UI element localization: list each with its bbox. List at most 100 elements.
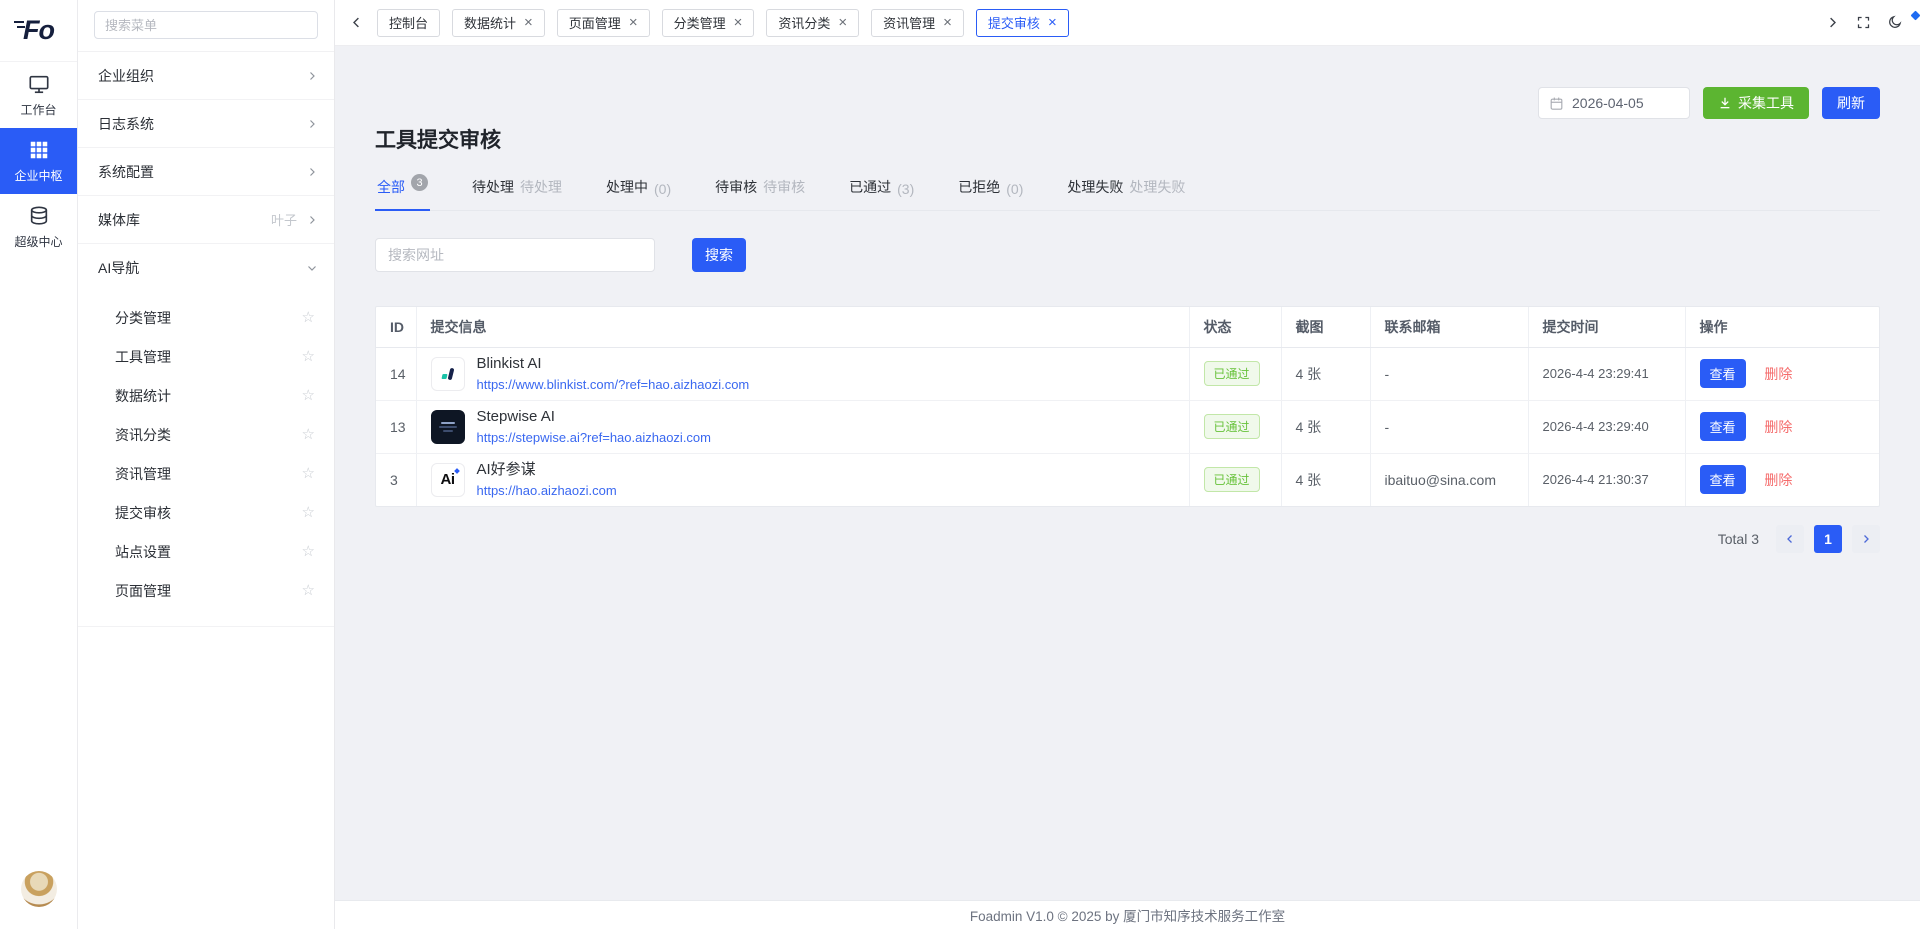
sidebar-item-news-category[interactable]: 资讯分类 ☆ [78,415,334,454]
filter-tab-processing[interactable]: 处理中 (0) [604,167,673,210]
col-header-actions: 操作 [1685,307,1879,347]
delete-button[interactable]: 删除 [1764,366,1792,382]
tab-news-category[interactable]: 资讯分类× [766,9,859,37]
delete-button[interactable]: 删除 [1764,419,1792,435]
star-icon[interactable]: ☆ [302,427,315,442]
sidebar-group-ai-nav[interactable]: AI导航 [78,244,334,292]
tab-label: 分类管理 [674,13,726,32]
icon-rail: Fo 工作台 企业中枢 超级中心 [0,0,78,929]
tab-scroll-left-icon[interactable] [349,15,364,30]
sidebar-group-logs[interactable]: 日志系统 [78,100,334,148]
cell-id: 14 [376,347,416,400]
star-icon[interactable]: ☆ [302,505,315,520]
sidebar-item-site-settings[interactable]: 站点设置☆ [78,532,334,571]
sidebar-item-page-mgmt[interactable]: 页面管理☆ [78,571,334,610]
sidebar-item-data-stats[interactable]: 数据统计☆ [78,376,334,415]
filter-label: 待处理 [472,177,514,197]
sidebar-item-news-mgmt[interactable]: 资讯管理☆ [78,454,334,493]
close-icon[interactable]: × [943,15,952,30]
fullscreen-icon[interactable] [1856,15,1871,30]
chevron-right-icon [306,214,318,226]
app-root: Fo 工作台 企业中枢 超级中心 企业组织 日志系统 [0,0,1920,929]
menu-search-input[interactable] [94,11,318,39]
pagination-prev-button[interactable] [1776,525,1804,553]
download-icon [1718,96,1732,110]
tab-news-mgmt[interactable]: 资讯管理× [871,9,964,37]
tab-category-mgmt[interactable]: 分类管理 × [662,9,755,37]
view-button[interactable]: 查看 [1700,412,1746,441]
sidebar-item-submit-review[interactable]: 提交审核☆ [78,493,334,532]
delete-button[interactable]: 删除 [1764,472,1792,488]
tool-thumbnail [431,410,465,444]
col-header-submit-time: 提交时间 [1528,307,1685,347]
col-header-email: 联系邮箱 [1370,307,1528,347]
filter-tab-awaiting-review[interactable]: 待审核 待审核 [713,167,807,210]
pagination-page-1[interactable]: 1 [1814,525,1842,553]
status-filter-tabs: 全部 3 待处理 待处理 处理中 (0) 待审核 待审核 已通过 (3) [375,167,1880,211]
table-row: 13 Stepwise AI https://stepwise.ai?ref=h… [376,400,1879,453]
cell-submit-time: 2026-4-4 21:30:37 [1528,453,1685,506]
cell-email: ibaituo@sina.com [1370,453,1528,506]
calendar-icon [1549,96,1564,111]
dark-mode-moon-icon[interactable] [1887,15,1902,30]
user-avatar[interactable] [21,871,57,907]
star-icon[interactable]: ☆ [302,310,315,325]
tool-url-link[interactable]: https://hao.aizhaozi.com [477,483,617,499]
url-search-input[interactable] [375,238,655,272]
rail-item-workbench[interactable]: 工作台 [0,62,77,128]
refresh-button[interactable]: 刷新 [1822,87,1880,119]
cell-actions: 查看 删除 [1685,400,1879,453]
sidebar-group-media-library[interactable]: 媒体库 叶子 [78,196,334,244]
sidebar-item-category-mgmt[interactable]: 分类管理 ☆ [78,298,334,337]
view-button[interactable]: 查看 [1700,465,1746,494]
subitem-label: 分类管理 [115,308,171,328]
tool-url-link[interactable]: https://stepwise.ai?ref=hao.aizhaozi.com [477,430,712,446]
filter-tab-approved[interactable]: 已通过 (3) [847,167,916,210]
tool-name: Stepwise AI [477,408,712,427]
tab-scroll-right-icon[interactable] [1825,15,1840,30]
menu-sidebar: 企业组织 日志系统 系统配置 媒体库 叶子 AI导航 分类管理 ☆ 工具管理☆ [78,0,335,929]
filter-tab-all[interactable]: 全部 3 [375,167,430,210]
search-button[interactable]: 搜索 [692,238,746,272]
cell-id: 3 [376,453,416,506]
submissions-table: ID 提交信息 状态 截图 联系邮箱 提交时间 操作 14 [375,306,1880,507]
ai-logo-icon: Ai [441,471,455,488]
view-button[interactable]: 查看 [1700,359,1746,388]
filter-label: 处理中 [606,177,648,197]
sidebar-group-org[interactable]: 企业组织 [78,52,334,100]
collect-tools-button[interactable]: 采集工具 [1703,87,1809,119]
star-icon[interactable]: ☆ [302,349,315,364]
group-label: 企业组织 [98,66,306,86]
close-icon[interactable]: × [1048,15,1057,30]
close-icon[interactable]: × [838,15,847,30]
app-logo[interactable]: Fo [0,0,77,62]
close-icon[interactable]: × [734,15,743,30]
star-icon[interactable]: ☆ [302,544,315,559]
blinkist-logo-icon [441,367,455,381]
tab-list: 控制台 数据统计× 页面管理× 分类管理 × 资讯分类× 资讯管理× 提交审核× [377,9,1812,37]
col-header-screenshots: 截图 [1281,307,1370,347]
tab-console[interactable]: 控制台 [377,9,440,37]
grid-icon [28,139,50,161]
star-icon[interactable]: ☆ [302,583,315,598]
tab-submit-review[interactable]: 提交审核× [976,9,1069,37]
pagination-next-button[interactable] [1852,525,1880,553]
close-icon[interactable]: × [629,15,638,30]
date-picker[interactable]: 2026-04-05 [1538,87,1690,119]
filter-tab-failed[interactable]: 处理失败 处理失败 [1065,167,1187,210]
subitem-label: 资讯分类 [115,425,171,445]
tool-url-link[interactable]: https://www.blinkist.com/?ref=hao.aizhao… [477,377,750,393]
star-icon[interactable]: ☆ [302,466,315,481]
star-icon[interactable]: ☆ [302,388,315,403]
search-row: 搜索 [375,238,1880,272]
sidebar-group-system-config[interactable]: 系统配置 [78,148,334,196]
filter-tab-rejected[interactable]: 已拒绝 (0) [956,167,1025,210]
sidebar-item-tool-mgmt[interactable]: 工具管理☆ [78,337,334,376]
rail-item-enterprise-hub[interactable]: 企业中枢 [0,128,77,194]
filter-label: 待审核 [715,177,757,197]
close-icon[interactable]: × [524,15,533,30]
rail-item-super-center[interactable]: 超级中心 [0,194,77,260]
tab-data-stats[interactable]: 数据统计× [452,9,545,37]
tab-page-mgmt[interactable]: 页面管理× [557,9,650,37]
filter-tab-pending[interactable]: 待处理 待处理 [470,167,564,210]
